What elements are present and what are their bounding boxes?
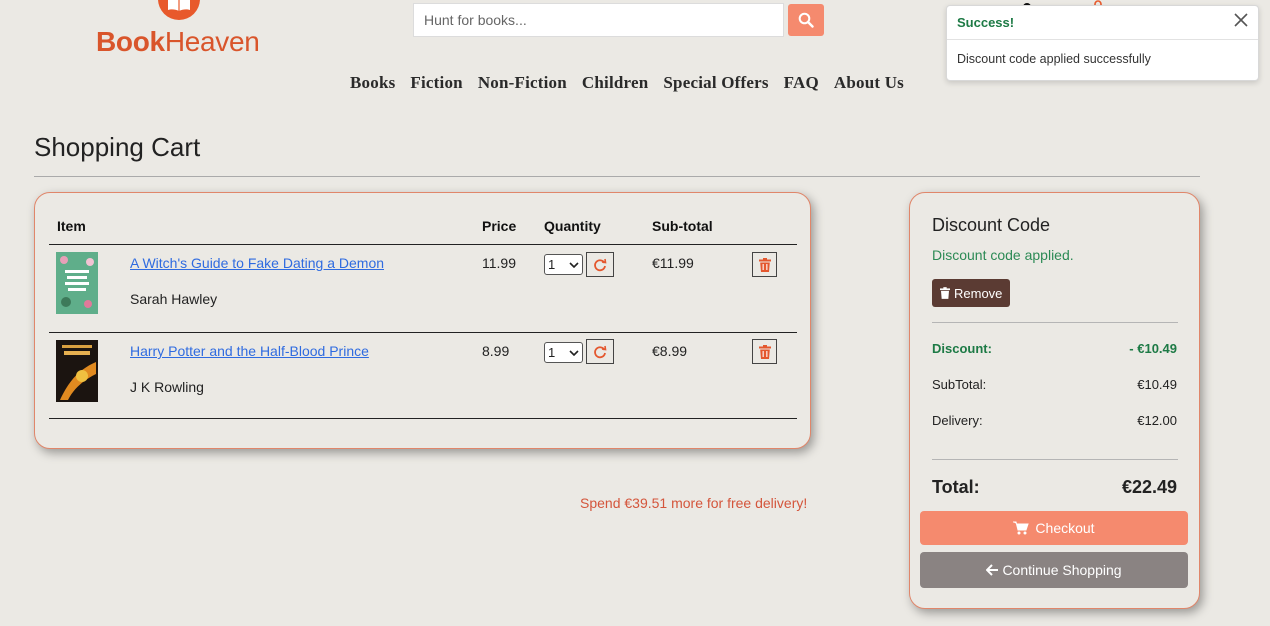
nav-non-fiction[interactable]: Non-Fiction bbox=[478, 73, 567, 93]
item-price: 8.99 bbox=[482, 343, 510, 359]
nav-books[interactable]: Books bbox=[350, 73, 395, 93]
trash-icon bbox=[758, 344, 771, 359]
page-title: Shopping Cart bbox=[34, 132, 201, 162]
close-icon[interactable] bbox=[1234, 13, 1248, 32]
refresh-icon bbox=[594, 258, 607, 271]
quantity-select[interactable]: 1 bbox=[544, 254, 583, 275]
discount-label: Discount: bbox=[932, 341, 992, 356]
quantity-value: 1 bbox=[548, 345, 556, 360]
success-toast: Success! Discount code applied successfu… bbox=[946, 5, 1259, 81]
nav-about-us[interactable]: About Us bbox=[834, 73, 904, 93]
order-summary: Discount Code Discount code applied. Rem… bbox=[909, 192, 1200, 609]
nav-fiction[interactable]: Fiction bbox=[410, 73, 462, 93]
toast-message: Discount code applied successfully bbox=[957, 52, 1151, 66]
toast-title: Success! bbox=[957, 15, 1015, 30]
book-author: J K Rowling bbox=[130, 379, 204, 395]
divider bbox=[49, 244, 797, 245]
chevron-down-icon bbox=[569, 349, 579, 356]
search-icon bbox=[798, 12, 814, 28]
delivery-value: €12.00 bbox=[1137, 413, 1177, 428]
subtotal-value: €10.49 bbox=[1137, 377, 1177, 392]
remove-item-button[interactable] bbox=[752, 252, 777, 277]
cart-icon bbox=[1013, 521, 1030, 535]
header-quantity: Quantity bbox=[544, 218, 601, 234]
open-book-icon bbox=[158, 0, 200, 20]
discount-status: Discount code applied. bbox=[932, 247, 1074, 263]
free-delivery-message: Spend €39.51 more for free delivery! bbox=[580, 495, 808, 511]
update-quantity-button[interactable] bbox=[586, 339, 614, 364]
discount-value: - €10.49 bbox=[1129, 341, 1177, 356]
trash-icon bbox=[758, 257, 771, 272]
item-subtotal: €8.99 bbox=[652, 343, 688, 359]
divider bbox=[932, 459, 1178, 460]
refresh-icon bbox=[594, 345, 607, 358]
chevron-down-icon bbox=[569, 261, 579, 268]
checkout-button[interactable]: Checkout bbox=[920, 511, 1188, 545]
remove-discount-button[interactable]: Remove bbox=[932, 279, 1011, 307]
brand-logo[interactable]: BookHeaven bbox=[96, 26, 260, 58]
header-subtotal: Sub-total bbox=[652, 218, 713, 234]
continue-label: Continue Shopping bbox=[1002, 562, 1122, 578]
header-price: Price bbox=[482, 218, 517, 234]
total-value: €22.49 bbox=[1121, 477, 1177, 497]
delivery-label: Delivery: bbox=[932, 413, 983, 428]
item-subtotal: €11.99 bbox=[652, 255, 694, 271]
item-price: 11.99 bbox=[482, 255, 516, 271]
nav-special-offers[interactable]: Special Offers bbox=[663, 73, 768, 93]
trash-icon bbox=[940, 287, 950, 299]
update-quantity-button[interactable] bbox=[586, 252, 614, 277]
quantity-value: 1 bbox=[548, 257, 556, 272]
nav-faq[interactable]: FAQ bbox=[784, 73, 819, 93]
discount-title: Discount Code bbox=[932, 215, 1051, 235]
arrow-left-icon bbox=[986, 564, 999, 576]
divider bbox=[49, 332, 797, 333]
book-title-link[interactable]: A Witch's Guide to Fake Dating a Demon bbox=[130, 255, 384, 271]
header-item: Item bbox=[57, 218, 86, 234]
book-cover[interactable] bbox=[56, 340, 98, 402]
cart-table: Item Price Quantity Sub-total A Witch's … bbox=[34, 192, 811, 449]
nav-children[interactable]: Children bbox=[582, 73, 648, 93]
divider bbox=[49, 418, 797, 419]
subtotal-label: SubTotal: bbox=[932, 377, 987, 392]
continue-shopping-button[interactable]: Continue Shopping bbox=[920, 552, 1188, 588]
book-author: Sarah Hawley bbox=[130, 291, 218, 307]
search-button[interactable] bbox=[788, 4, 824, 36]
main-nav: Books Fiction Non-Fiction Children Speci… bbox=[350, 73, 919, 93]
book-title-link[interactable]: Harry Potter and the Half-Blood Prince bbox=[130, 343, 369, 359]
remove-label: Remove bbox=[954, 285, 1003, 301]
search-input[interactable] bbox=[413, 3, 784, 37]
divider bbox=[932, 322, 1178, 323]
book-cover[interactable] bbox=[56, 252, 98, 314]
quantity-select[interactable]: 1 bbox=[544, 342, 583, 363]
checkout-label: Checkout bbox=[1035, 520, 1095, 536]
divider bbox=[34, 176, 1200, 177]
remove-item-button[interactable] bbox=[752, 339, 777, 364]
total-label: Total: bbox=[932, 477, 980, 497]
search-bar bbox=[413, 3, 824, 37]
